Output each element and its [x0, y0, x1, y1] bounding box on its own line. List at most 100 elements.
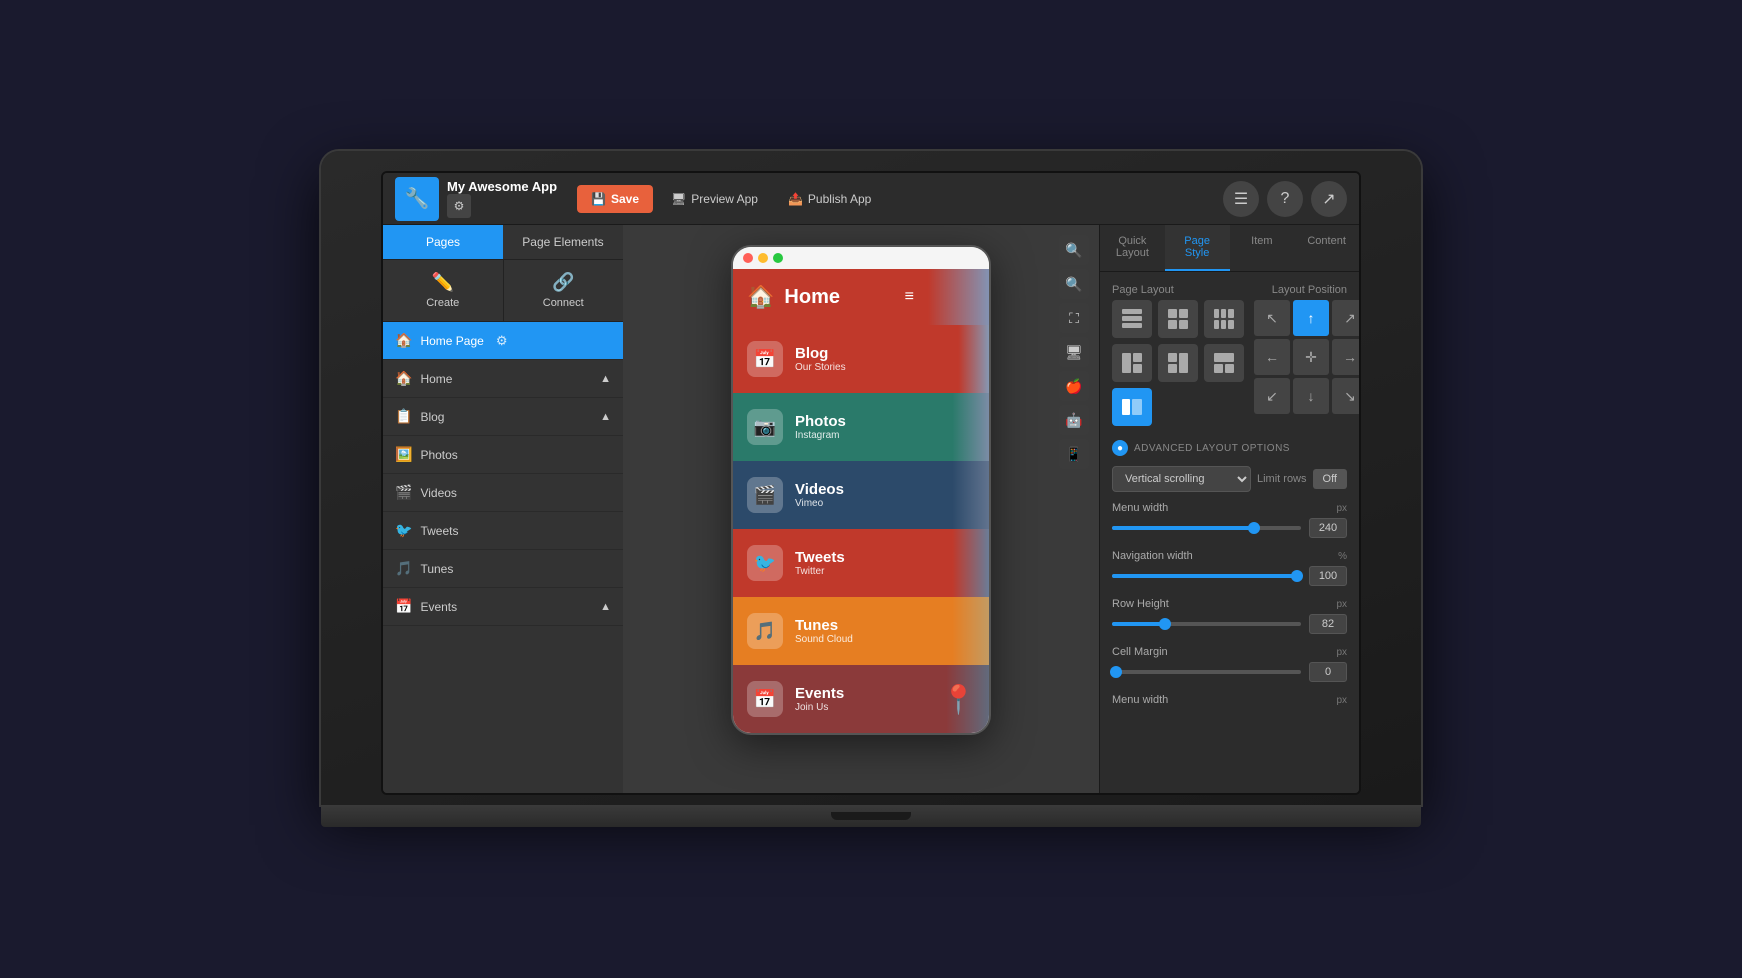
tab-page-style[interactable]: Page Style [1165, 225, 1230, 271]
toolbar-actions: 💾 Save 🖥 Preview App 📤 Publish App [577, 185, 1215, 213]
scrolling-dropdown[interactable]: Vertical scrolling [1112, 466, 1251, 492]
phone-mockup: 🏠 Home ≡ [731, 245, 991, 735]
phone-tunes-row: 🎵 Tunes Sound Cloud [733, 597, 989, 665]
cell-margin-slider-row: Cell Margin px [1112, 646, 1347, 682]
limit-rows-label: Limit rows [1257, 473, 1307, 485]
pos-top-center[interactable]: ↑ [1293, 300, 1329, 336]
tab-content[interactable]: Content [1294, 225, 1359, 271]
videos-icon: 🎬 [395, 484, 412, 501]
app-info: My Awesome App ⚙ [447, 179, 557, 218]
sidebar-actions: ✏️ Create 🔗 Connect [383, 260, 623, 322]
nav-width-slider-row: Navigation width % [1112, 550, 1347, 586]
menu-width-track[interactable] [1112, 526, 1301, 530]
zoom-in-button[interactable]: 🔍 [1059, 235, 1089, 265]
nav-width-value[interactable] [1309, 566, 1347, 586]
phone-blog-row: 📅 Blog Our Stories [733, 325, 989, 393]
menu-width-slider-row: Menu width px [1112, 502, 1347, 538]
connect-action[interactable]: 🔗 Connect [504, 260, 624, 321]
apple-icon[interactable]: 🍎 [1059, 371, 1089, 401]
photos-menu-subtitle: Instagram [795, 430, 846, 441]
layout-2col[interactable] [1158, 300, 1198, 338]
cell-margin-track[interactable] [1112, 670, 1301, 674]
tweets-icon: 🐦 [395, 522, 412, 539]
tweets-label: Tweets [420, 524, 458, 538]
top-toolbar: 🔧 My Awesome App ⚙ 💾 Save 🖥 [383, 173, 1359, 225]
pos-top-left[interactable]: ↖ [1254, 300, 1290, 336]
phone-menu-list: 🏠 Home ≡ [733, 269, 989, 733]
page-item-home[interactable]: 🏠 Home ▲ [383, 360, 623, 398]
limit-rows-toggle[interactable]: Off [1313, 469, 1347, 489]
menu-icon-button[interactable]: ☰ [1223, 181, 1259, 217]
app-settings-button[interactable]: ⚙ [447, 194, 471, 218]
layout-3col[interactable] [1204, 300, 1244, 338]
nav-width-track[interactable] [1112, 574, 1301, 578]
pos-mid-right[interactable]: → [1332, 339, 1359, 375]
tab-item[interactable]: Item [1230, 225, 1295, 271]
events-menu-title: Events [795, 685, 844, 702]
layout-mix3[interactable] [1204, 344, 1244, 382]
pos-bot-center[interactable]: ↓ [1293, 378, 1329, 414]
save-label: Save [611, 192, 639, 206]
row-height-slider-row: Row Height px [1112, 598, 1347, 634]
mobile-view-button[interactable]: 📱 [1059, 439, 1089, 469]
tab-page-elements[interactable]: Page Elements [503, 225, 623, 259]
photos-menu-text: Photos Instagram [795, 413, 846, 441]
advanced-toggle[interactable]: ● [1112, 440, 1128, 456]
preview-button[interactable]: 🖥 Preview App [659, 185, 770, 213]
desktop-view-button[interactable]: 🖥 [1059, 337, 1089, 367]
layout-1col[interactable] [1112, 300, 1152, 338]
page-item-tunes[interactable]: 🎵 Tunes [383, 550, 623, 588]
pos-center[interactable]: ✛ [1293, 339, 1329, 375]
cell-margin-thumb[interactable] [1110, 666, 1122, 678]
pos-top-right[interactable]: ↗ [1332, 300, 1359, 336]
publish-label: Publish App [808, 192, 871, 206]
blog-menu-subtitle: Our Stories [795, 362, 846, 373]
page-item-photos[interactable]: 🖼️ Photos [383, 436, 623, 474]
dot-green [773, 253, 783, 263]
layout-single-wide[interactable] [1112, 388, 1152, 426]
canvas-toolbar: 🔍 🔍 ⛶ 🖥 🍎 🤖 📱 [1059, 235, 1089, 469]
tweets-menu-text: Tweets Twitter [795, 549, 845, 577]
row-height-track[interactable] [1112, 622, 1301, 626]
connect-label: Connect [543, 297, 584, 309]
scrolling-control-row: Vertical scrolling Limit rows Off [1112, 466, 1347, 492]
events-icon: 📅 [395, 598, 412, 615]
pos-mid-left[interactable]: ← [1254, 339, 1290, 375]
publish-button[interactable]: 📤 Publish App [776, 185, 883, 213]
help-icon-button[interactable]: ? [1267, 181, 1303, 217]
tab-quick-layout[interactable]: Quick Layout [1100, 225, 1165, 271]
create-action[interactable]: ✏️ Create [383, 260, 504, 321]
phone-frame: 🏠 Home ≡ [731, 245, 991, 735]
zoom-out-button[interactable]: 🔍 [1059, 269, 1089, 299]
nav-width-thumb[interactable] [1291, 570, 1303, 582]
row-height-thumb[interactable] [1159, 618, 1171, 630]
page-item-videos[interactable]: 🎬 Videos [383, 474, 623, 512]
page-item-events[interactable]: 📅 Events ▲ [383, 588, 623, 626]
layout-row-2 [1112, 344, 1244, 382]
save-button[interactable]: 💾 Save [577, 185, 653, 213]
fullscreen-button[interactable]: ⛶ [1059, 303, 1089, 333]
cell-margin-input-row [1112, 662, 1347, 682]
export-icon-button[interactable]: ↗ [1311, 181, 1347, 217]
pos-bot-right[interactable]: ↘ [1332, 378, 1359, 414]
main-content: Pages Page Elements ✏️ Create 🔗 Connect [383, 225, 1359, 793]
page-item-tweets[interactable]: 🐦 Tweets [383, 512, 623, 550]
blog-arrow-icon: ▲ [600, 411, 611, 423]
cell-margin-value[interactable] [1309, 662, 1347, 682]
menu-width2-label: Menu width [1112, 694, 1168, 706]
connect-icon: 🔗 [552, 272, 574, 293]
advanced-section: ● ADVANCED LAYOUT OPTIONS Vertical scrol… [1112, 440, 1347, 706]
left-sidebar: Pages Page Elements ✏️ Create 🔗 Connect [383, 225, 623, 793]
pos-bot-left[interactable]: ↙ [1254, 378, 1290, 414]
page-item-homepage[interactable]: 🏠 Home Page ⚙ [383, 322, 623, 360]
menu-width-value[interactable] [1309, 518, 1347, 538]
nav-width-input-row [1112, 566, 1347, 586]
row-height-label: Row Height [1112, 598, 1169, 610]
layout-mix2[interactable] [1158, 344, 1198, 382]
layout-mix1[interactable] [1112, 344, 1152, 382]
row-height-value[interactable] [1309, 614, 1347, 634]
menu-width-thumb[interactable] [1248, 522, 1260, 534]
page-item-blog[interactable]: 📋 Blog ▲ [383, 398, 623, 436]
tab-pages[interactable]: Pages [383, 225, 503, 259]
android-icon[interactable]: 🤖 [1059, 405, 1089, 435]
